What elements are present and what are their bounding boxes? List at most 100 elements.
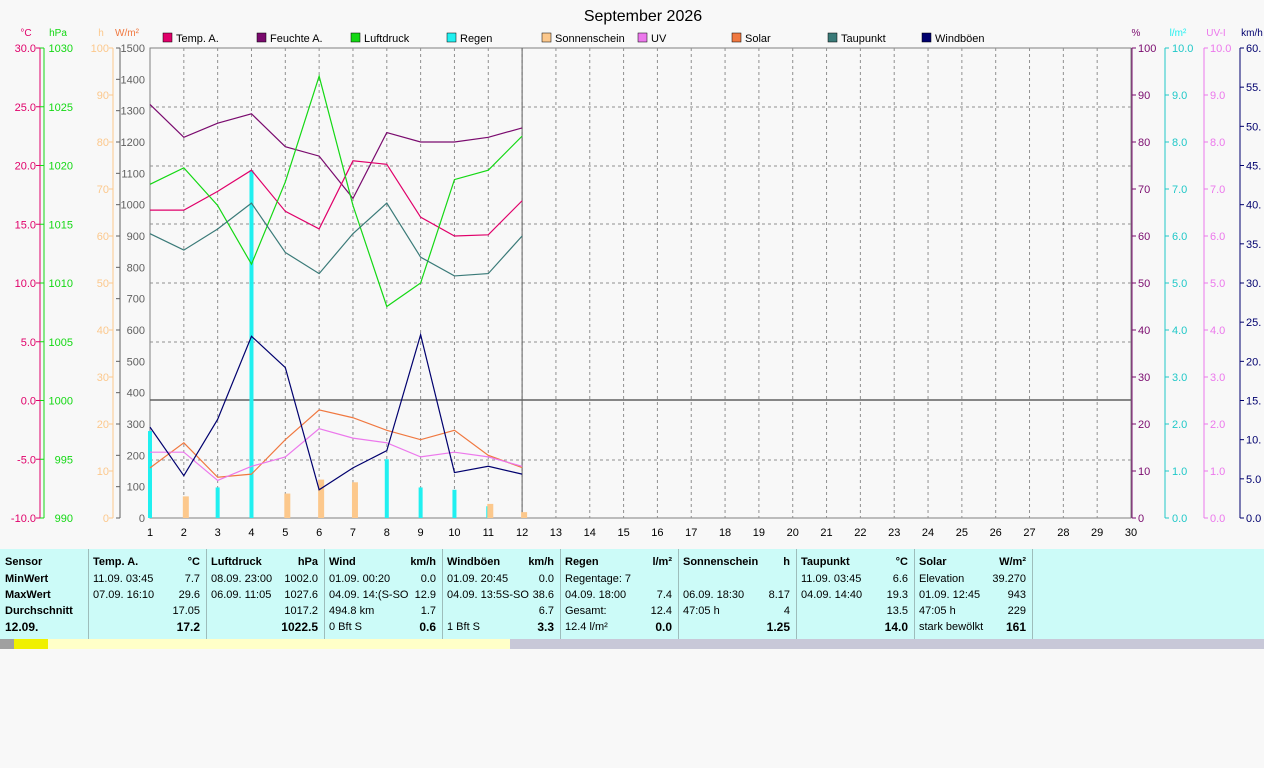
section-unit: W/m² bbox=[999, 556, 1026, 568]
cell-value: 29.6 bbox=[178, 589, 200, 601]
bar-regen bbox=[148, 431, 152, 518]
cell-value: 0.0 bbox=[655, 620, 672, 634]
sensor-row-label: MinWert bbox=[5, 573, 49, 585]
axis-tick-label: 10. bbox=[1246, 435, 1261, 447]
section-header: Luftdruck bbox=[211, 556, 262, 568]
axis-tick-label: 20.0 bbox=[15, 161, 36, 173]
bar-sonnenschein bbox=[284, 493, 291, 518]
table-row: 12.4 l/m² 0.0 bbox=[565, 620, 672, 634]
bottom-strip bbox=[0, 639, 1264, 649]
cell-value: 12.4 bbox=[650, 605, 672, 617]
x-tick-label: 5 bbox=[282, 527, 288, 539]
axis-tick-label: 2.0 bbox=[1172, 419, 1187, 431]
axis-tick-label: 0.0 bbox=[21, 396, 36, 408]
sensor-row-label: MaxWert bbox=[5, 589, 51, 601]
axis-tick-label: 55. bbox=[1246, 82, 1261, 94]
legend-swatch bbox=[256, 32, 267, 43]
axis-tick-label: 80 bbox=[97, 137, 109, 149]
table-row: 14.0 bbox=[801, 620, 908, 634]
bar-sonnenschein bbox=[318, 479, 325, 518]
axis-tick-label: 60 bbox=[1138, 231, 1150, 243]
axis-tick-label: 300 bbox=[127, 419, 145, 431]
table-row: 04.09. 14:(S-SO 12.9 bbox=[329, 588, 436, 602]
section-unit: l/m² bbox=[652, 556, 672, 568]
section-header: Temp. A. bbox=[93, 556, 139, 568]
table-row: 1.25 bbox=[683, 620, 790, 634]
table-row: 17.05 bbox=[93, 604, 200, 618]
axis-tick-label: 50. bbox=[1246, 121, 1261, 133]
table-row: 06.09. 18:30 8.17 bbox=[683, 588, 790, 602]
table-section: Solar W/m² Elevation 39.270 01.09. 12:45 943 4… bbox=[914, 549, 1033, 639]
x-tick-label: 18 bbox=[719, 527, 731, 539]
axis-tick-label: 90 bbox=[97, 90, 109, 102]
x-tick-label: 23 bbox=[888, 527, 900, 539]
axis-tick-label: 0 bbox=[139, 513, 145, 525]
axis-tick-label: -10.0 bbox=[11, 513, 36, 525]
axis-tick-label: 1000 bbox=[121, 200, 145, 212]
cell-value: 229 bbox=[1007, 605, 1026, 617]
table-row: stark bewölkt 161 bbox=[919, 620, 1026, 634]
cell-value: 1027.6 bbox=[284, 589, 318, 601]
section-header: Wind bbox=[329, 556, 356, 568]
cell-value: 1017.2 bbox=[284, 605, 318, 617]
axis-tick-label: 10 bbox=[1138, 466, 1150, 478]
sensor-row-label: Durchschnitt bbox=[5, 605, 73, 617]
cell-value: 3.3 bbox=[537, 620, 554, 634]
x-tick-label: 9 bbox=[418, 527, 424, 539]
axis-tick-label: 400 bbox=[127, 388, 145, 400]
table-row: 01.09. 12:45 943 bbox=[919, 588, 1026, 602]
axis-tick-label: 9.0 bbox=[1210, 90, 1225, 102]
axis-tick-label: -5.0 bbox=[17, 454, 36, 466]
x-tick-label: 6 bbox=[316, 527, 322, 539]
chart-title: September 2026 bbox=[584, 8, 702, 25]
x-tick-label: 24 bbox=[922, 527, 934, 539]
table-row: 04.09. 14:40 19.3 bbox=[801, 588, 908, 602]
cell-value: 12.9 bbox=[414, 589, 436, 601]
axis-tick-label: 40. bbox=[1246, 200, 1261, 212]
axis-tick-label: 70 bbox=[1138, 184, 1150, 196]
section-unit: km/h bbox=[410, 556, 436, 568]
x-tick-label: 20 bbox=[787, 527, 799, 539]
axis-tick-label: 0.0 bbox=[1246, 513, 1261, 525]
bar-sonnenschein bbox=[351, 482, 358, 518]
axis-unit-label: km/h bbox=[1241, 28, 1263, 39]
axis-tick-label: 70 bbox=[97, 184, 109, 196]
cell-label: 494.8 km bbox=[329, 605, 375, 617]
table-section: Taupunkt °C 11.09. 03:45 6.6 04.09. 14:40 19.… bbox=[796, 549, 915, 639]
x-tick-label: 13 bbox=[550, 527, 562, 539]
x-tick-label: 26 bbox=[990, 527, 1002, 539]
legend-swatch bbox=[731, 32, 742, 43]
cell-label: 12.4 l/m² bbox=[565, 621, 608, 633]
axis-tick-label: 1020 bbox=[49, 161, 73, 173]
legend-swatch bbox=[541, 32, 552, 43]
table-row: Gesamt: 12.4 bbox=[565, 604, 672, 618]
table-row: 1022.5 bbox=[211, 620, 318, 634]
axis-unit-label: W/m² bbox=[115, 28, 140, 39]
axis-tick-label: 4.0 bbox=[1172, 325, 1187, 337]
cell-label: 11.09. 03:45 bbox=[801, 573, 862, 585]
section-unit: h bbox=[783, 556, 790, 568]
legend-swatch bbox=[162, 32, 173, 43]
bar-regen bbox=[215, 487, 220, 518]
table-section: Luftdruck hPa 08.09. 23:00 1002.0 06.09. 11:… bbox=[206, 549, 325, 639]
sensor-row-label: 12.09. bbox=[5, 620, 39, 634]
x-tick-label: 15 bbox=[617, 527, 629, 539]
axis-tick-label: 100 bbox=[91, 43, 109, 55]
table-row: 04.09. 18:00 7.4 bbox=[565, 588, 672, 602]
legend-label: Windböen bbox=[935, 33, 985, 45]
cell-value: 0.6 bbox=[419, 620, 436, 634]
axis-tick-label: 60 bbox=[97, 231, 109, 243]
legend-swatch bbox=[446, 32, 457, 43]
axis-unit-label: % bbox=[1132, 28, 1141, 39]
axis-tick-label: 1500 bbox=[121, 43, 145, 55]
axis-tick-label: 25.0 bbox=[15, 102, 36, 114]
table-row: 11.09. 03:45 6.6 bbox=[801, 572, 908, 586]
weather-chart: September 2026 Temp. A. Feuchte A. Luftdru… bbox=[11, 8, 1263, 539]
axis-tick-label: 1.0 bbox=[1172, 466, 1187, 478]
cell-value: 39.270 bbox=[992, 573, 1026, 585]
bar-regen bbox=[384, 459, 389, 518]
axis-tick-label: 1010 bbox=[49, 278, 73, 290]
section-unit: °C bbox=[895, 556, 908, 568]
axis-tick-label: 1100 bbox=[121, 168, 145, 180]
cell-value: 943 bbox=[1007, 589, 1026, 601]
